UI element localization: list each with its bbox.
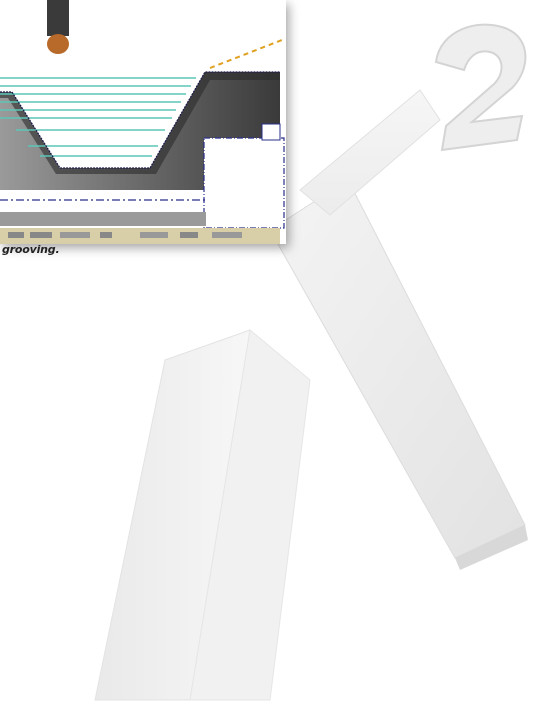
superscript-2-shape xyxy=(434,23,527,152)
figure-caption: grooving. xyxy=(2,243,60,256)
statusbar-strip xyxy=(0,228,280,244)
fixture-block xyxy=(203,137,285,229)
cad-viewport xyxy=(0,0,286,244)
tool-holder xyxy=(47,0,69,36)
tool-tip xyxy=(47,34,69,54)
cad-screenshot xyxy=(0,0,286,244)
